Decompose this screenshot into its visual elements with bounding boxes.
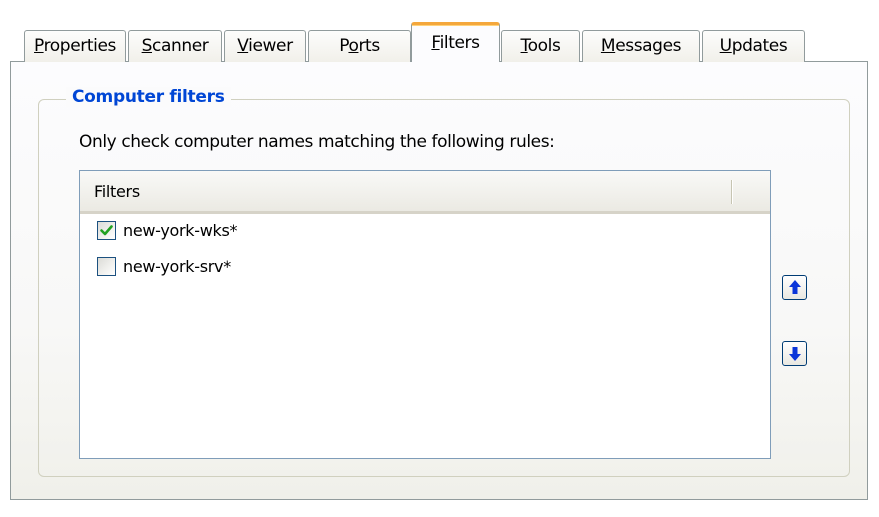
- tab-scanner[interactable]: Scanner: [128, 30, 222, 62]
- move-up-button[interactable]: [782, 275, 807, 300]
- filter-checkbox[interactable]: [97, 221, 116, 240]
- column-divider[interactable]: [731, 180, 732, 204]
- list-header: Filters: [80, 171, 770, 214]
- tab-properties[interactable]: Properties: [24, 30, 126, 62]
- group-title: Computer filters: [66, 87, 231, 107]
- move-down-button[interactable]: [782, 341, 807, 366]
- checkmark-icon: [100, 225, 113, 236]
- tab-updates[interactable]: Updates: [702, 30, 805, 62]
- arrow-down-icon: [789, 347, 801, 361]
- filter-text: new-york-srv*: [123, 257, 231, 276]
- list-item[interactable]: new-york-srv*: [80, 254, 770, 280]
- filter-checkbox[interactable]: [97, 257, 116, 276]
- arrow-up-icon: [789, 280, 801, 294]
- column-header-filters[interactable]: Filters: [94, 182, 140, 201]
- list-item[interactable]: new-york-wks*: [80, 218, 770, 244]
- filters-list[interactable]: Filters new-york-wks* new-york-srv*: [79, 170, 771, 459]
- tab-messages[interactable]: Messages: [582, 30, 700, 62]
- options-dialog: Properties Scanner Viewer Ports Filters …: [0, 0, 879, 517]
- tab-ports[interactable]: Ports: [308, 30, 411, 62]
- tab-viewer[interactable]: Viewer: [224, 30, 306, 62]
- group-description: Only check computer names matching the f…: [79, 132, 555, 152]
- filter-text: new-york-wks*: [123, 221, 238, 240]
- tab-filters[interactable]: Filters: [411, 22, 500, 62]
- tab-tools[interactable]: Tools: [501, 30, 580, 62]
